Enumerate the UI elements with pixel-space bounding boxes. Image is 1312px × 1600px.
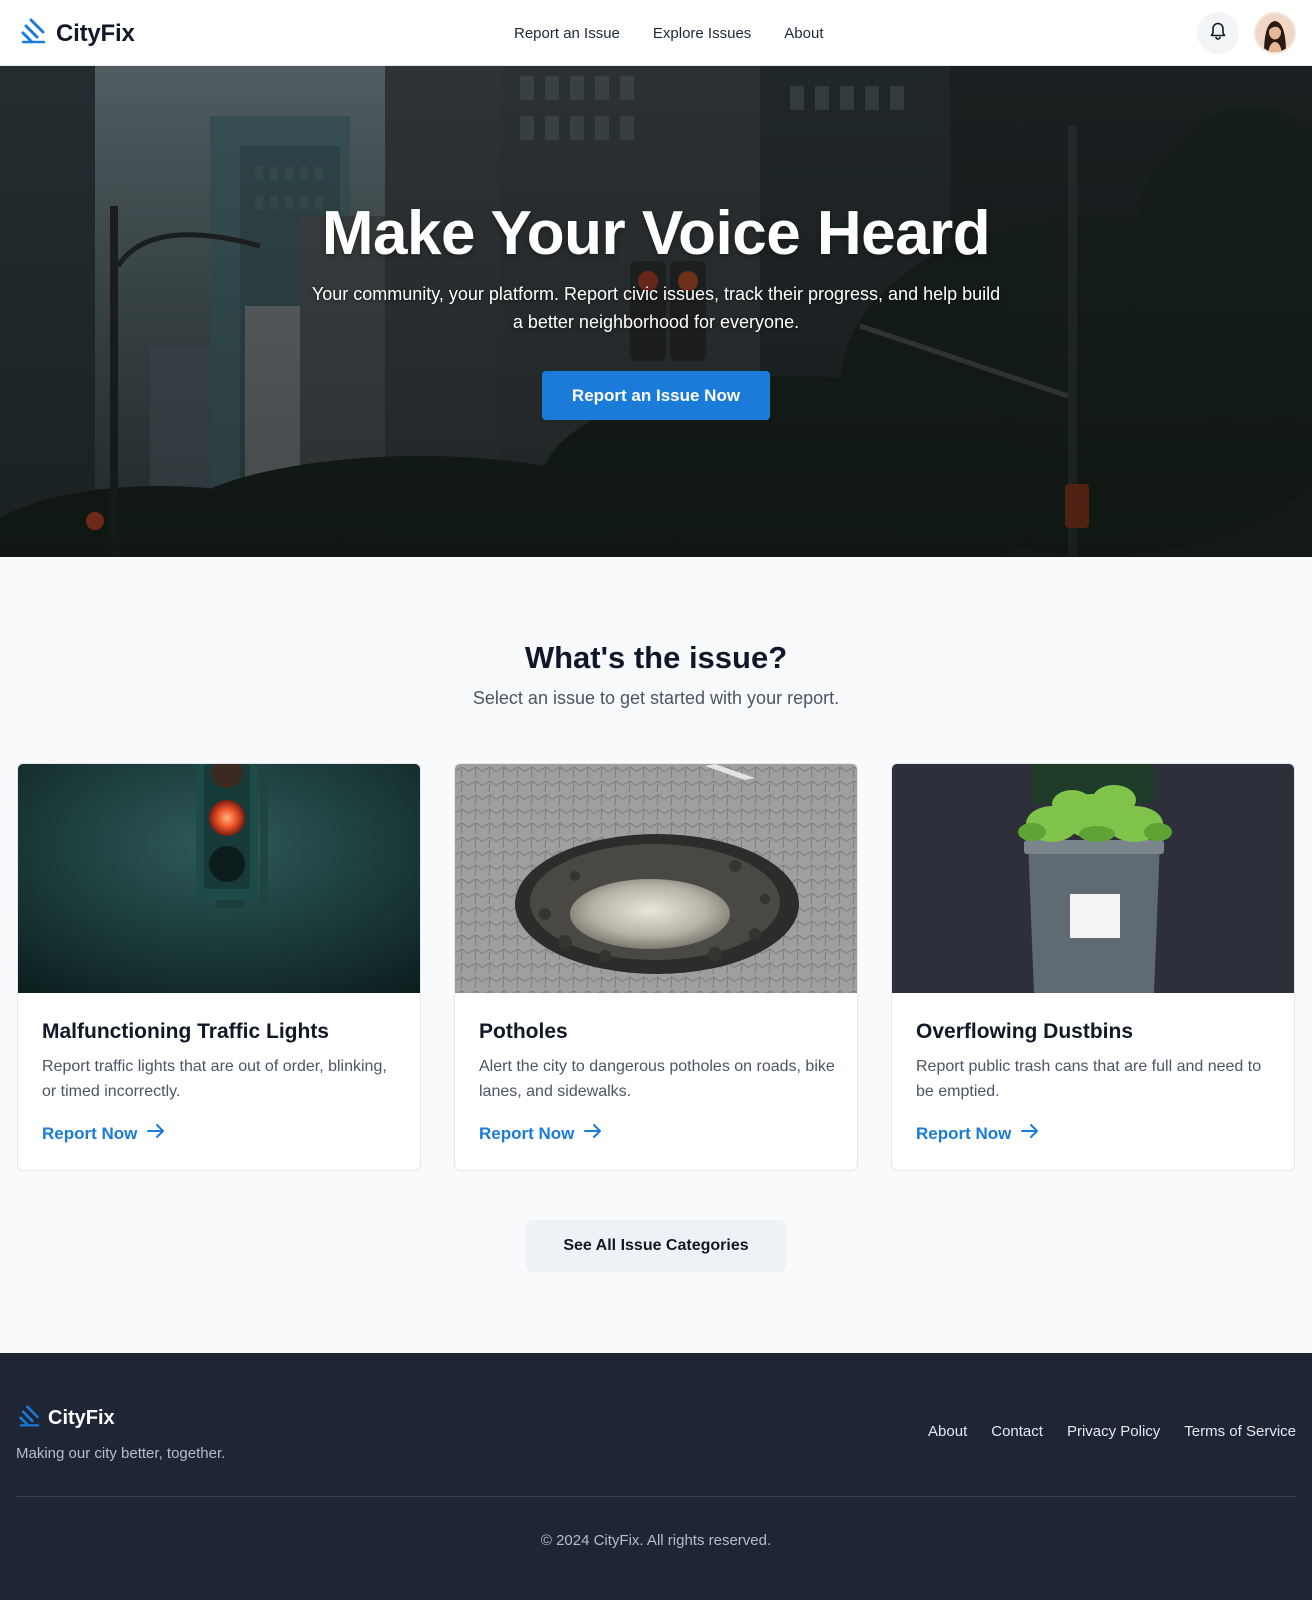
report-now-label: Report Now (42, 1123, 138, 1143)
footer-copyright: © 2024 CityFix. All rights reserved. (540, 1532, 772, 1549)
arrow-right-icon (147, 1123, 165, 1144)
nav-report-issue[interactable]: Report an Issue (514, 25, 620, 42)
traffic-light-image (18, 764, 420, 993)
card-title: Malfunctioning Traffic Lights (42, 1020, 329, 1043)
footer-link-terms[interactable]: Terms of Service (1184, 1423, 1296, 1440)
issue-card-traffic-lights[interactable]: Malfunctioning Traffic Lights Report tra… (17, 763, 421, 1171)
brand-logo-link[interactable]: CityFix (20, 18, 135, 49)
user-avatar[interactable] (1254, 12, 1296, 54)
issue-card-potholes[interactable]: Potholes Alert the city to dangerous pot… (454, 763, 858, 1171)
card-description: Report public trash cans that are full a… (916, 1058, 1262, 1100)
bell-icon (1208, 21, 1228, 46)
pothole-image (455, 764, 857, 993)
brand-name: CityFix (56, 19, 135, 47)
notifications-button[interactable] (1197, 12, 1239, 54)
card-title: Overflowing Dustbins (916, 1020, 1134, 1043)
report-now-link[interactable]: Report Now (916, 1123, 1039, 1144)
issues-section-subtitle: Select an issue to get started with your… (472, 688, 840, 708)
nav-about[interactable]: About (784, 25, 823, 42)
nav-explore-issues[interactable]: Explore Issues (653, 25, 751, 42)
footer-links: About Contact Privacy Policy Terms of Se… (928, 1423, 1296, 1440)
card-title: Potholes (479, 1020, 568, 1043)
footer-link-contact[interactable]: Contact (991, 1423, 1043, 1440)
report-now-label: Report Now (916, 1123, 1012, 1143)
hero-title: Make Your Voice Heard (321, 199, 991, 268)
arrow-right-icon (584, 1123, 602, 1144)
hero-subtitle: Your community, your platform. Report ci… (311, 284, 1001, 332)
hero-content: Make Your Voice Heard Your community, yo… (0, 66, 1312, 557)
footer-divider (16, 1496, 1296, 1497)
card-description: Alert the city to dangerous potholes on … (479, 1058, 835, 1100)
hero-section: Make Your Voice Heard Your community, yo… (0, 66, 1312, 557)
see-all-categories-button[interactable]: See All Issue Categories (526, 1220, 786, 1272)
lightning-logo-icon (18, 1405, 40, 1432)
report-now-label: Report Now (479, 1123, 575, 1143)
footer-tagline: Making our city better, together. (16, 1445, 226, 1462)
lightning-logo-icon (20, 18, 46, 49)
main-nav: Report an Issue Explore Issues About (514, 0, 824, 66)
top-header: CityFix Report an Issue Explore Issues A… (0, 0, 1312, 66)
footer-link-privacy[interactable]: Privacy Policy (1067, 1423, 1160, 1440)
site-footer: CityFix Making our city better, together… (0, 1353, 1312, 1600)
report-now-link[interactable]: Report Now (479, 1123, 602, 1144)
footer-brand-name: CityFix (48, 1407, 115, 1429)
issues-section-title: What's the issue? (524, 640, 788, 675)
card-description: Report traffic lights that are out of or… (42, 1058, 387, 1100)
report-issue-now-button[interactable]: Report an Issue Now (542, 371, 770, 420)
footer-brand[interactable]: CityFix (18, 1405, 115, 1432)
report-now-link[interactable]: Report Now (42, 1123, 165, 1144)
dustbin-image (892, 764, 1294, 993)
arrow-right-icon (1021, 1123, 1039, 1144)
footer-link-about[interactable]: About (928, 1423, 967, 1440)
issue-card-dustbins[interactable]: Overflowing Dustbins Report public trash… (891, 763, 1295, 1171)
